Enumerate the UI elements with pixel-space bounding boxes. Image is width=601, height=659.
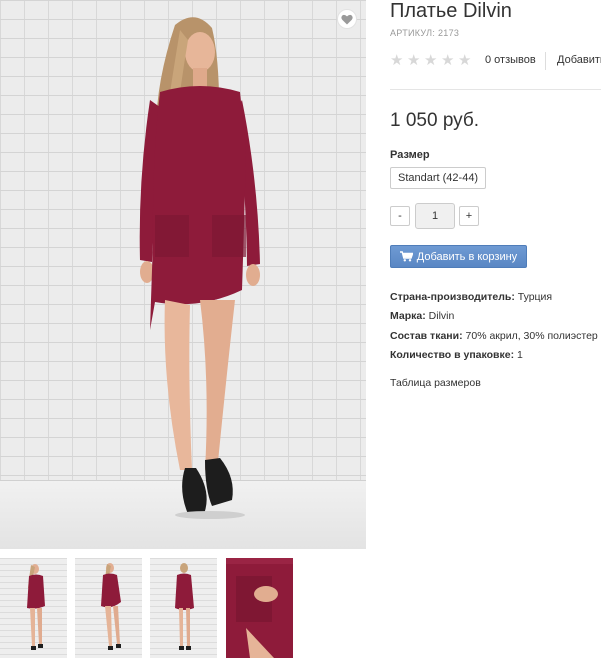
sku-label: АРТИКУЛ: (390, 28, 436, 38)
model-figure (139, 17, 260, 519)
spec-country: Страна-производитель: Турция (390, 291, 552, 303)
spec-label: Марка: (390, 310, 426, 322)
thumbnail-4-image (226, 558, 293, 658)
spec-value: 70% акрил, 30% полиэстер (465, 330, 598, 342)
add-to-cart-button[interactable]: Добавить в корзину (390, 245, 527, 268)
star-icon[interactable]: ★ (390, 53, 405, 68)
main-product-image[interactable] (0, 0, 366, 549)
thumbnail-2-image (101, 563, 121, 650)
star-icon[interactable]: ★ (424, 53, 439, 68)
cart-icon (399, 251, 413, 262)
quantity-input[interactable] (415, 203, 455, 229)
quantity-decrease-button[interactable]: - (390, 206, 410, 226)
rating-stars[interactable]: ★ ★ ★ ★ ★ (390, 53, 473, 68)
spec-label: Страна-производитель: (390, 291, 515, 303)
section-divider (390, 89, 601, 90)
spec-label: Состав ткани: (390, 330, 463, 342)
thumbnail-3[interactable] (150, 558, 217, 658)
size-table-link[interactable]: Таблица размеров (390, 377, 481, 389)
size-label: Размер (390, 149, 430, 161)
thumbnail-1-image (27, 564, 45, 650)
add-review-link[interactable]: Добавить отзыв (557, 54, 601, 66)
add-to-cart-label: Добавить в корзину (416, 250, 518, 263)
rating-row: ★ ★ ★ ★ ★ 0 отзывов Добавить отзыв (390, 50, 601, 72)
product-price: 1 050 руб. (390, 110, 480, 131)
star-icon[interactable]: ★ (441, 53, 456, 68)
thumbnail-1[interactable] (0, 558, 67, 658)
spec-fabric: Состав ткани: 70% акрил, 30% полиэстер (390, 330, 598, 342)
thumbnail-4[interactable] (226, 558, 293, 658)
sku-value: 2173 (437, 28, 460, 38)
thumbnail-2[interactable] (75, 558, 142, 658)
quantity-increase-button[interactable]: + (459, 206, 479, 226)
sku: АРТИКУЛ: 2173 (390, 28, 459, 38)
spec-label: Количество в упаковке: (390, 349, 515, 361)
spec-value: Dilvin (428, 310, 455, 322)
size-option-button[interactable]: Standart (42-44) (390, 167, 487, 189)
rating-divider (545, 52, 546, 70)
reviews-link[interactable]: 0 отзывов (485, 54, 536, 66)
spec-value: 1 (517, 349, 523, 361)
spec-value: Турция (517, 291, 553, 303)
star-icon[interactable]: ★ (407, 53, 422, 68)
spec-package-quantity: Количество в упаковке: 1 (390, 349, 523, 361)
star-icon[interactable]: ★ (458, 53, 473, 68)
heart-icon (341, 14, 353, 24)
product-title: Платье Dilvin (390, 0, 512, 22)
wishlist-button[interactable] (337, 9, 357, 29)
thumbnail-3-image (175, 563, 194, 650)
spec-brand: Марка: Dilvin (390, 310, 454, 322)
